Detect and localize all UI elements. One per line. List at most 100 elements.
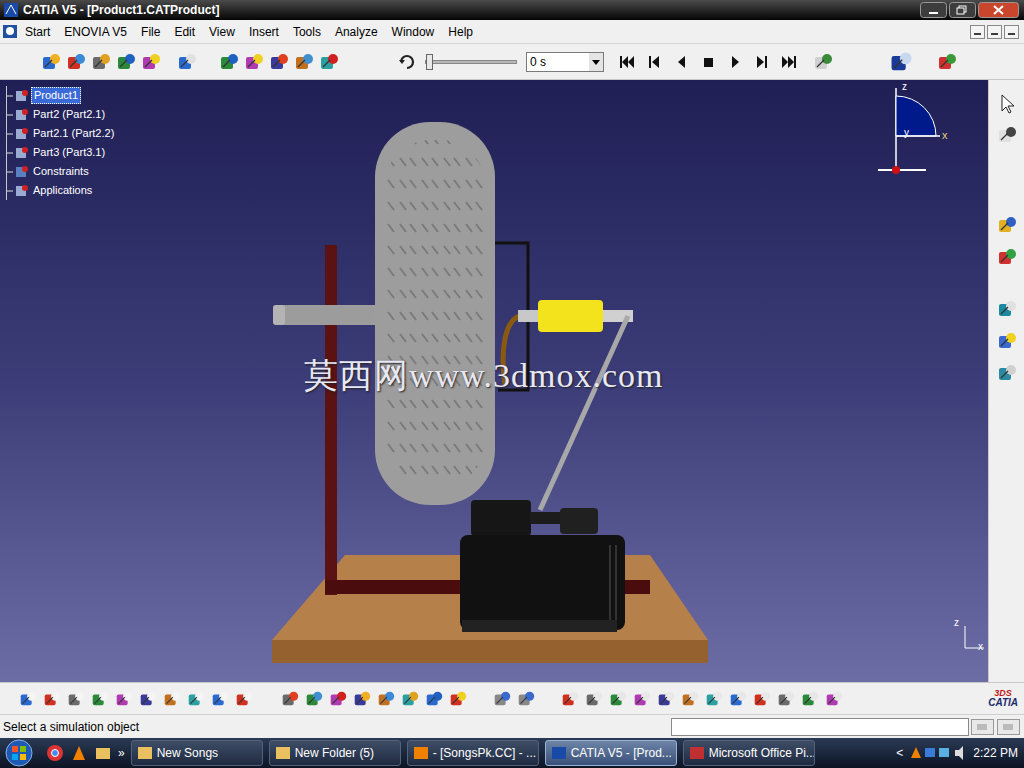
chrome-icon[interactable] (46, 744, 64, 762)
simulation-tool-icon[interactable] (318, 51, 340, 73)
zoom-in-icon[interactable] (656, 689, 676, 709)
menu-item[interactable]: Start (18, 21, 57, 43)
new-file-icon[interactable] (18, 689, 38, 709)
play-back-icon[interactable] (670, 51, 694, 73)
redo-icon[interactable] (210, 689, 230, 709)
step-back-icon[interactable] (643, 51, 667, 73)
measure-icon[interactable] (492, 689, 512, 709)
assembly-tool-icon[interactable] (115, 51, 137, 73)
select-tool-icon[interactable] (176, 51, 198, 73)
menu-item[interactable]: Analyze (328, 21, 385, 43)
simulation-tool-icon[interactable] (243, 51, 265, 73)
cut-icon[interactable] (114, 689, 134, 709)
loop-icon[interactable] (396, 51, 418, 73)
sequence-icon[interactable] (996, 330, 1018, 352)
menu-item[interactable]: Tools (286, 21, 328, 43)
time-slider-track[interactable] (425, 60, 517, 64)
doc-close-icon[interactable] (1004, 25, 1019, 39)
tray-icons[interactable] (909, 744, 967, 762)
print-icon[interactable] (90, 689, 110, 709)
compass-icon[interactable] (874, 82, 958, 176)
tree-item[interactable]: Part3 (Part3.1) (7, 143, 116, 162)
skip-end-icon[interactable] (778, 51, 802, 73)
menu-item[interactable]: Window (385, 21, 442, 43)
taskbar-button[interactable]: - [SongsPk.CC] - ... (407, 740, 539, 766)
product-icon[interactable] (15, 89, 29, 103)
compass[interactable]: zyx (874, 82, 958, 176)
stop-icon[interactable] (697, 51, 721, 73)
view-tool-icon[interactable] (352, 689, 372, 709)
normal-view-icon[interactable] (704, 689, 724, 709)
tree-item[interactable]: Constraints (7, 162, 116, 181)
tray-expand[interactable]: < (896, 744, 903, 762)
copy-icon[interactable] (138, 689, 158, 709)
fit-all-icon[interactable] (584, 689, 604, 709)
menu-item[interactable]: Edit (167, 21, 202, 43)
skip-start-icon[interactable] (616, 51, 640, 73)
view-tool-icon[interactable] (328, 689, 348, 709)
menu-item[interactable]: Help (441, 21, 480, 43)
manipulate-icon[interactable] (996, 124, 1018, 146)
3d-viewport[interactable]: Product1Part2 (Part2.1)Part2.1 (Part2.2)… (0, 80, 988, 682)
menu-item[interactable]: ENOVIA V5 (57, 21, 134, 43)
taskbar-button[interactable]: CATIA V5 - [Prod... (545, 740, 677, 766)
view-tool-icon[interactable] (304, 689, 324, 709)
simulation-tool-icon[interactable] (218, 51, 240, 73)
swap-icon[interactable] (824, 689, 844, 709)
constraints-icon[interactable] (15, 165, 29, 179)
part-icon[interactable] (15, 127, 29, 141)
tree-item[interactable]: Product1 (7, 86, 116, 105)
3ds-icon[interactable] (888, 49, 914, 75)
taskbar-overflow[interactable]: » (118, 744, 125, 762)
minimize-icon[interactable] (920, 2, 947, 18)
simulation-icon[interactable] (996, 298, 1018, 320)
hide-show-icon[interactable] (800, 689, 820, 709)
close-icon[interactable] (978, 2, 1019, 18)
assembly-tool-icon[interactable] (40, 51, 62, 73)
command-button-icon[interactable] (995, 718, 1021, 736)
settings-icon[interactable] (812, 51, 834, 73)
menu-item[interactable]: View (202, 21, 242, 43)
undo-icon[interactable] (186, 689, 206, 709)
part-icon[interactable] (15, 146, 29, 160)
view-tool-icon[interactable] (424, 689, 444, 709)
assembly-tool-icon[interactable] (90, 51, 112, 73)
pan-icon[interactable] (608, 689, 628, 709)
iso-view-icon[interactable] (752, 689, 772, 709)
replay-icon[interactable] (996, 362, 1018, 384)
play-icon[interactable] (724, 51, 748, 73)
multi-view-icon[interactable] (728, 689, 748, 709)
open-file-icon[interactable] (42, 689, 62, 709)
menu-item[interactable]: Insert (242, 21, 286, 43)
paste-icon[interactable] (162, 689, 182, 709)
restore-icon[interactable] (949, 2, 976, 18)
simulation-tool-icon[interactable] (293, 51, 315, 73)
zoom-out-icon[interactable] (680, 689, 700, 709)
tree-item[interactable]: Part2.1 (Part2.2) (7, 124, 116, 143)
view-tool-icon[interactable] (400, 689, 420, 709)
step-forward-icon[interactable] (751, 51, 775, 73)
assembly-tool-icon[interactable] (140, 51, 162, 73)
tree-item[interactable]: Part2 (Part2.1) (7, 105, 116, 124)
view-tool-icon[interactable] (448, 689, 468, 709)
command-input[interactable] (671, 718, 969, 736)
folder-icon[interactable] (94, 744, 112, 762)
render-style-icon[interactable] (776, 689, 796, 709)
doc-restore-icon[interactable] (987, 25, 1002, 39)
taskbar-button[interactable]: New Folder (5) (269, 740, 401, 766)
measure-icon[interactable] (516, 689, 536, 709)
taskbar-button[interactable]: Microsoft Office Pi... (683, 740, 815, 766)
scene-icon[interactable] (996, 214, 1018, 236)
tree-item[interactable]: Applications (7, 181, 116, 200)
assembly-tool-icon[interactable] (65, 51, 87, 73)
dropdown-arrow-icon[interactable] (589, 53, 603, 71)
simulation-tool-icon[interactable] (268, 51, 290, 73)
rotate-icon[interactable] (632, 689, 652, 709)
save-icon[interactable] (66, 689, 86, 709)
time-slider-thumb[interactable] (426, 54, 433, 70)
fly-icon[interactable] (560, 689, 580, 709)
start-orb-icon[interactable] (0, 738, 40, 768)
doc-minimize-icon[interactable] (970, 25, 985, 39)
help-icon[interactable] (234, 689, 254, 709)
taskbar-button[interactable]: New Songs (131, 740, 263, 766)
